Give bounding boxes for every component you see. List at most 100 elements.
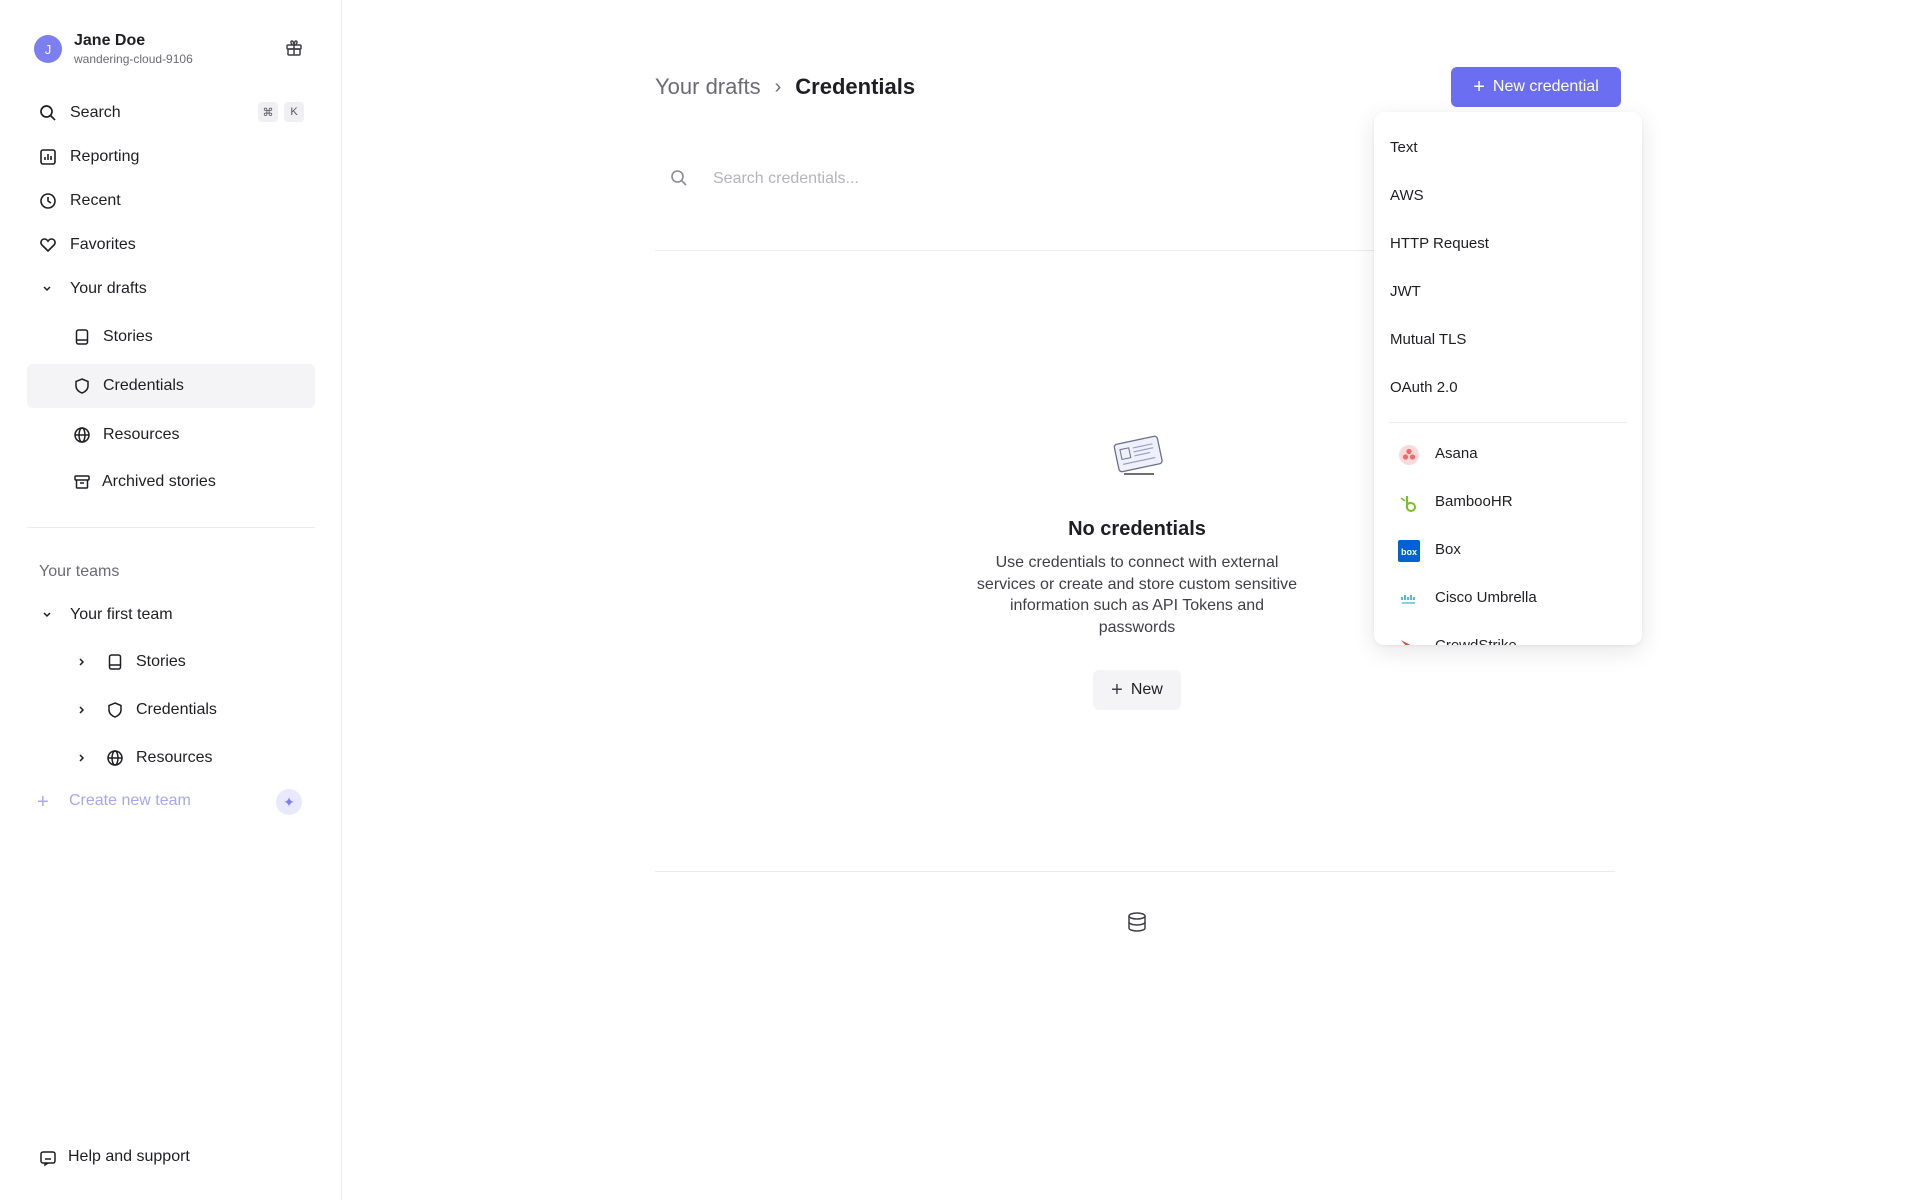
sidebar-item-label: Your first team xyxy=(70,606,173,623)
breadcrumb: Your drafts › Credentials xyxy=(655,74,915,100)
chevron-right-icon[interactable] xyxy=(75,703,89,717)
globe-icon xyxy=(107,750,123,766)
menu-item-label: CrowdStrike xyxy=(1435,637,1517,645)
create-new-team-button[interactable]: + Create new team ✦ xyxy=(27,783,315,823)
sidebar-item-archived-stories[interactable]: Archived stories xyxy=(27,461,315,503)
crowdstrike-logo-icon xyxy=(1401,640,1411,645)
breadcrumb-parent[interactable]: Your drafts xyxy=(655,74,761,100)
sidebar: J Jane Doe wandering-cloud-9106 Search ⌘… xyxy=(0,0,342,1200)
shield-icon xyxy=(108,702,122,718)
new-button[interactable]: + New xyxy=(1093,670,1181,710)
empty-state-description: Use credentials to connect with external… xyxy=(976,554,1298,636)
chart-icon xyxy=(40,149,56,165)
chevron-down-icon xyxy=(43,612,51,618)
sidebar-item-label: Credentials xyxy=(136,701,217,718)
user-menu[interactable]: J Jane Doe wandering-cloud-9106 xyxy=(34,30,314,70)
sidebar-item-label: Resources xyxy=(103,426,180,443)
menu-item-label: Cisco Umbrella xyxy=(1435,589,1537,606)
help-icon xyxy=(40,1151,56,1167)
menu-item-label: Box xyxy=(1435,541,1461,558)
menu-item-label: BambooHR xyxy=(1435,493,1513,510)
divider xyxy=(27,527,315,528)
archive-icon xyxy=(74,475,90,489)
sidebar-item-team-resources[interactable]: Resources xyxy=(27,737,315,779)
sidebar-item-your-first-team[interactable]: Your first team xyxy=(27,594,315,636)
sidebar-item-search[interactable]: Search ⌘ K xyxy=(27,92,315,134)
search-icon xyxy=(40,105,56,121)
sidebar-item-label: Archived stories xyxy=(102,473,216,490)
divider xyxy=(655,871,1615,872)
plus-icon: + xyxy=(1111,679,1123,701)
sidebar-item-label: Favorites xyxy=(70,236,136,253)
page-title: Credentials xyxy=(795,74,916,99)
sidebar-item-your-drafts[interactable]: Your drafts xyxy=(27,268,315,310)
sidebar-item-drafts-resources[interactable]: Resources xyxy=(27,414,315,456)
new-button-label: New xyxy=(1130,681,1163,698)
sidebar-item-drafts-credentials[interactable]: Credentials xyxy=(27,364,315,408)
menu-item-asana[interactable]: Asana xyxy=(1374,434,1642,474)
gift-icon[interactable] xyxy=(284,38,304,58)
menu-item-label: OAuth 2.0 xyxy=(1390,379,1458,396)
sparkle-icon[interactable]: ✦ xyxy=(276,789,302,815)
bamboohr-logo-icon xyxy=(1400,496,1416,512)
chevron-right-icon: › xyxy=(774,75,782,98)
search-icon xyxy=(671,170,687,186)
book-icon xyxy=(75,329,89,345)
sidebar-item-label: Resources xyxy=(136,749,213,766)
shortcut-key: ⌘ xyxy=(258,102,278,122)
menu-item-bamboohr[interactable]: BambooHR xyxy=(1374,482,1642,522)
sidebar-item-drafts-stories[interactable]: Stories xyxy=(27,316,315,358)
help-and-support[interactable]: Help and support xyxy=(27,1138,315,1178)
globe-icon xyxy=(74,427,90,443)
heart-icon xyxy=(40,238,56,253)
sidebar-item-recent[interactable]: Recent xyxy=(27,180,315,222)
avatar: J xyxy=(34,35,62,63)
search-input[interactable] xyxy=(713,162,1313,196)
shield-icon xyxy=(75,378,89,394)
sidebar-item-label: Recent xyxy=(70,192,121,209)
menu-item-jwt[interactable]: JWT xyxy=(1374,272,1642,312)
chevron-right-icon[interactable] xyxy=(75,655,89,669)
workspace-name: wandering-cloud-9106 xyxy=(74,52,193,66)
menu-item-crowdstrike[interactable]: CrowdStrike xyxy=(1374,626,1642,645)
menu-item-label: JWT xyxy=(1390,283,1421,300)
menu-item-box[interactable]: box Box xyxy=(1374,530,1642,570)
menu-item-oauth[interactable]: OAuth 2.0 xyxy=(1374,368,1642,408)
sidebar-item-label: Search xyxy=(70,104,121,121)
sidebar-item-team-credentials[interactable]: Credentials xyxy=(27,689,315,731)
menu-item-cisco-umbrella[interactable]: Cisco Umbrella xyxy=(1374,578,1642,618)
menu-item-mutual-tls[interactable]: Mutual TLS xyxy=(1374,320,1642,360)
plus-icon: + xyxy=(1473,76,1485,98)
sidebar-item-label: Stories xyxy=(103,328,153,345)
asana-logo-icon xyxy=(1399,445,1419,465)
shortcut-key: K xyxy=(284,102,304,122)
new-credential-label: New credential xyxy=(1492,78,1599,95)
sidebar-item-label: Reporting xyxy=(70,148,140,165)
menu-item-text[interactable]: Text xyxy=(1374,128,1642,168)
empty-state-title: No credentials xyxy=(1068,518,1206,540)
sidebar-item-favorites[interactable]: Favorites xyxy=(27,224,315,266)
sidebar-item-team-stories[interactable]: Stories xyxy=(27,641,315,683)
svg-text:box: box xyxy=(1401,547,1417,557)
sidebar-item-label: Stories xyxy=(136,653,186,670)
sidebar-item-reporting[interactable]: Reporting xyxy=(27,136,315,178)
menu-item-aws[interactable]: AWS xyxy=(1374,176,1642,216)
chevron-right-icon[interactable] xyxy=(75,751,89,765)
cisco-logo-icon xyxy=(1401,595,1415,604)
user-name: Jane Doe xyxy=(74,32,146,49)
menu-item-label: AWS xyxy=(1390,187,1424,204)
database-icon xyxy=(1128,912,1146,932)
menu-item-http-request[interactable]: HTTP Request xyxy=(1374,224,1642,264)
help-label: Help and support xyxy=(68,1148,190,1165)
box-logo-icon: box xyxy=(1398,540,1420,562)
menu-divider xyxy=(1390,422,1626,423)
menu-item-label: Mutual TLS xyxy=(1390,331,1467,348)
section-label-teams: Your teams xyxy=(39,563,120,580)
new-credential-button[interactable]: + New credential xyxy=(1451,67,1621,107)
sidebar-item-label: Credentials xyxy=(103,377,184,394)
sidebar-item-label: Your drafts xyxy=(70,280,147,297)
clock-icon xyxy=(40,193,56,209)
credential-card-icon xyxy=(1113,435,1163,475)
menu-item-label: HTTP Request xyxy=(1390,235,1489,252)
create-team-label: Create new team xyxy=(69,792,191,809)
